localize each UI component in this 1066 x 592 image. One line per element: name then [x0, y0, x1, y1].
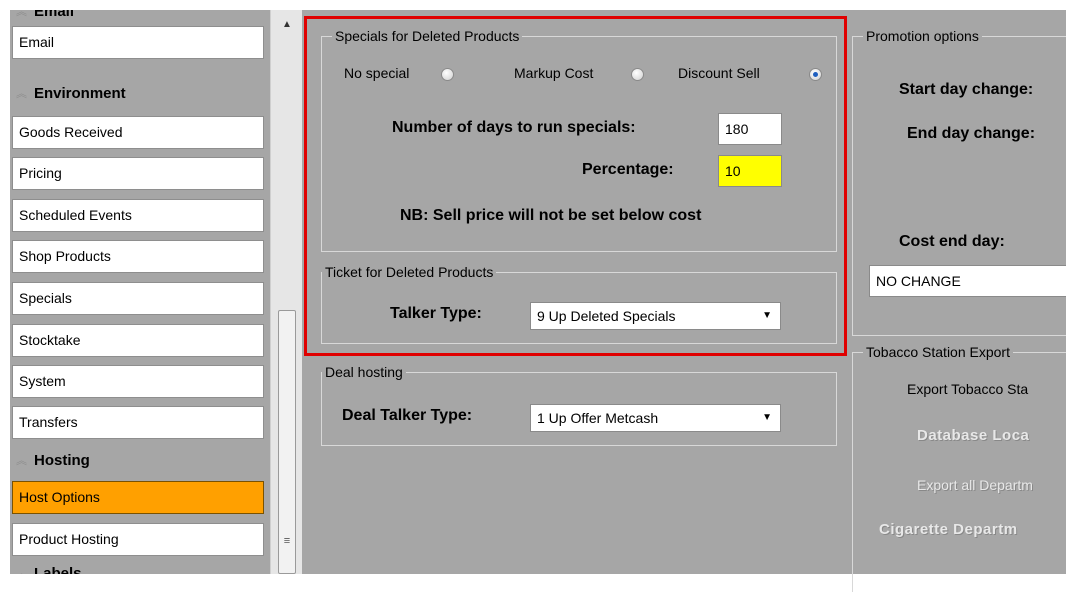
group-title: Specials for Deleted Products	[332, 27, 523, 45]
chevron-up-icon: ︽	[16, 455, 27, 467]
discount-sell-label: Discount Sell	[678, 65, 760, 81]
group-header-labels[interactable]: ︽ Labels	[10, 560, 270, 574]
talker-type-value: 9 Up Deleted Specials	[537, 308, 676, 324]
group-header-environment[interactable]: ︽ Environment	[10, 80, 270, 108]
sidebar-item-goods-received[interactable]: Goods Received	[12, 116, 264, 149]
percentage-input[interactable]: 10	[718, 155, 782, 187]
no-special-label: No special	[344, 65, 410, 81]
sidebar-item-system[interactable]: System	[12, 365, 264, 398]
chevron-up-icon: ︽	[16, 568, 27, 574]
discount-sell-radio[interactable]	[809, 68, 822, 81]
sidebar-item-host-options[interactable]: Host Options	[12, 481, 264, 514]
main-panel: Specials for Deleted Products No special…	[302, 10, 1066, 592]
sidebar-item-shop-products[interactable]: Shop Products	[12, 240, 264, 273]
sidebar-item-transfers[interactable]: Transfers	[12, 406, 264, 439]
group-header-label: Labels	[34, 565, 82, 574]
dropdown-arrow-icon: ▼	[762, 412, 772, 423]
percentage-label: Percentage:	[582, 161, 674, 178]
sidebar-item-stocktake[interactable]: Stocktake	[12, 324, 264, 357]
end-day-change-label: End day change:	[907, 125, 1036, 142]
sidebar-item-email[interactable]: Email	[12, 26, 264, 59]
group-header-label: Email	[34, 10, 75, 20]
days-input[interactable]: 180	[718, 113, 782, 145]
grip-icon: ≡	[283, 535, 291, 547]
group-header-label: Environment	[34, 85, 126, 102]
group-header-hosting[interactable]: ︽ Hosting	[10, 447, 270, 475]
sidebar-scrollbar[interactable]: ▲ ≡	[270, 10, 302, 574]
group-title: Ticket for Deleted Products	[322, 263, 497, 281]
export-tobacco-label: Export Tobacco Sta	[907, 381, 1029, 397]
markup-cost-radio[interactable]	[631, 68, 644, 81]
group-title: Deal hosting	[322, 363, 406, 381]
cigarette-department-label: Cigarette Departm	[879, 521, 1018, 538]
scrollbar-thumb[interactable]: ≡	[278, 310, 296, 574]
database-location-label: Database Loca	[917, 427, 1030, 444]
group-title: Promotion options	[863, 27, 982, 45]
sidebar-item-product-hosting[interactable]: Product Hosting	[12, 523, 264, 556]
sell-price-note: NB: Sell price will not be set below cos…	[400, 207, 702, 224]
sidebar-item-scheduled-events[interactable]: Scheduled Events	[12, 199, 264, 232]
deal-talker-type-label: Deal Talker Type:	[342, 407, 473, 424]
cost-end-day-label: Cost end day:	[899, 233, 1005, 250]
deal-hosting-group: Deal hosting Deal Talker Type: 1 Up Offe…	[321, 363, 837, 446]
tobacco-export-group: Tobacco Station Export Export Tobacco St…	[852, 343, 1066, 592]
promotion-options-group: Promotion options Start day change: End …	[852, 27, 1066, 336]
sidebar-item-pricing[interactable]: Pricing	[12, 157, 264, 190]
deal-talker-type-dropdown[interactable]: 1 Up Offer Metcash ▼	[530, 404, 781, 432]
sidebar: ︽ Email Email ︽ Environment Goods Receiv…	[10, 10, 270, 574]
group-header-email[interactable]: ︽ Email	[10, 10, 270, 26]
ticket-deleted-group: Ticket for Deleted Products Talker Type:…	[321, 263, 837, 344]
start-day-change-label: Start day change:	[899, 81, 1034, 98]
talker-type-label: Talker Type:	[390, 305, 482, 322]
cost-end-day-dropdown[interactable]: NO CHANGE	[869, 265, 1066, 297]
no-special-radio[interactable]	[441, 68, 454, 81]
group-title: Tobacco Station Export	[863, 343, 1013, 361]
deal-talker-type-value: 1 Up Offer Metcash	[537, 410, 659, 426]
scroll-up-arrow-icon[interactable]: ▲	[271, 16, 303, 34]
chevron-up-icon: ︽	[16, 88, 27, 100]
markup-cost-label: Markup Cost	[514, 65, 594, 81]
sidebar-item-specials[interactable]: Specials	[12, 282, 264, 315]
chevron-up-icon: ︽	[16, 10, 27, 18]
talker-type-dropdown[interactable]: 9 Up Deleted Specials ▼	[530, 302, 781, 330]
export-all-departments-label: Export all Departm	[917, 477, 1033, 493]
days-label: Number of days to run specials:	[392, 119, 636, 136]
specials-deleted-group: Specials for Deleted Products No special…	[321, 27, 837, 252]
group-header-label: Hosting	[34, 452, 90, 469]
dropdown-arrow-icon: ▼	[762, 310, 772, 321]
